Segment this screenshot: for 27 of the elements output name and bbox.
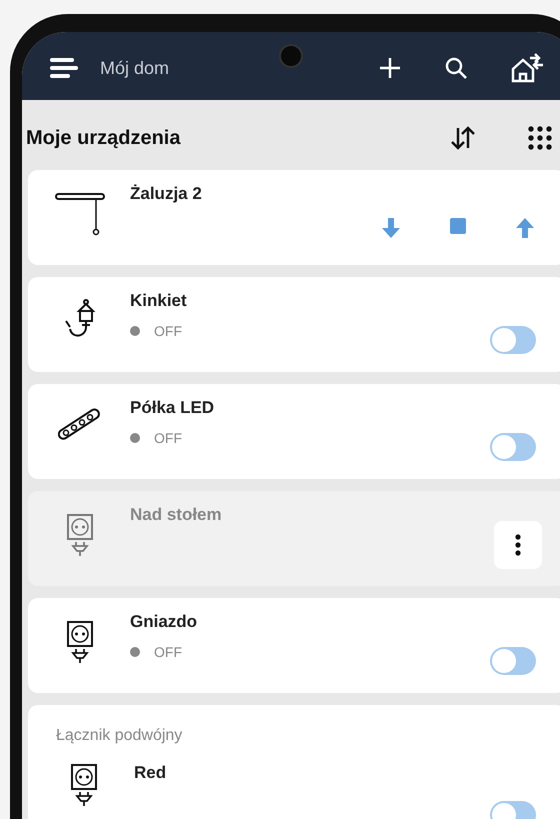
led-strip-icon: [58, 406, 102, 442]
device-name: Kinkiet: [130, 291, 188, 311]
toggle-switch[interactable]: [490, 647, 536, 675]
device-name: Red: [134, 763, 166, 784]
device-name: Gniazdo: [130, 612, 198, 632]
toggle-switch[interactable]: [490, 326, 536, 354]
device-status: OFF: [154, 430, 182, 446]
camera-hole: [279, 44, 303, 68]
status-dot: [130, 326, 140, 336]
device-name: Żaluzja 2: [130, 184, 203, 204]
status-dot: [130, 433, 140, 443]
group-label: Łącznik podwójny: [56, 727, 184, 745]
socket-plug-icon: [66, 513, 94, 557]
down-arrow-icon[interactable]: [380, 216, 402, 240]
device-name: Półka LED: [130, 398, 216, 418]
app-title: Mój dom: [100, 58, 170, 78]
more-vertical-icon: [515, 534, 521, 556]
device-status: OFF: [154, 644, 182, 660]
up-arrow-icon[interactable]: [514, 216, 536, 240]
status-dot: [130, 647, 140, 657]
toggle-switch[interactable]: [490, 433, 536, 461]
section-title: Moje urządzenia: [26, 126, 182, 150]
socket-plug-icon: [66, 620, 94, 664]
device-name: Nad stołem: [130, 505, 223, 525]
socket-plug-icon: [70, 763, 98, 807]
blind-icon: [54, 192, 106, 236]
device-status: OFF: [154, 323, 182, 339]
